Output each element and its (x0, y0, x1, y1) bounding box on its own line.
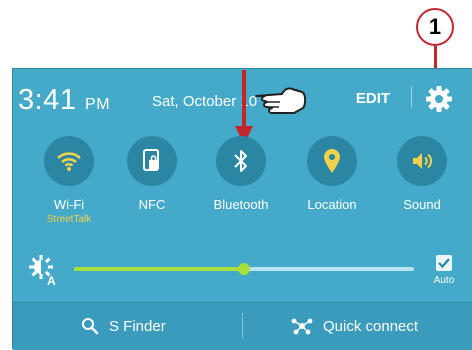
quick-connect-button[interactable]: Quick connect (291, 311, 461, 341)
tile-label: Bluetooth (213, 197, 269, 212)
tile-label: Sound (403, 197, 441, 212)
brightness-auto-icon: A (29, 255, 56, 287)
brightness-slider-thumb[interactable] (238, 263, 250, 275)
bluetooth-toggle[interactable] (216, 136, 266, 186)
location-toggle[interactable] (307, 136, 357, 186)
tile-location[interactable]: Location (291, 136, 373, 212)
nfc-toggle[interactable] (127, 136, 177, 186)
brightness-slider[interactable] (74, 263, 414, 275)
tile-bluetooth[interactable]: Bluetooth (200, 136, 282, 212)
nfc-icon (143, 149, 159, 171)
tile-label: Location (307, 197, 357, 212)
sound-toggle[interactable] (397, 136, 447, 186)
bluetooth-icon (234, 150, 247, 172)
s-finder-button[interactable]: S Finder (81, 311, 221, 341)
clock-ampm: PM (85, 96, 111, 113)
pointing-hand-icon (255, 87, 307, 114)
tile-label: Wi-Fi (53, 197, 85, 212)
callout-number-badge: 1 (416, 8, 454, 46)
settings-gear-icon[interactable] (424, 84, 454, 114)
tile-wifi[interactable]: Wi-Fi StreetTalk (28, 136, 110, 225)
tile-label: NFC (138, 197, 166, 212)
bottom-bar: S Finder Quick connect (13, 302, 472, 350)
tile-nfc[interactable]: NFC (111, 136, 193, 212)
clock: 3:41 PM (18, 84, 110, 117)
sound-icon (413, 153, 432, 169)
wifi-icon (57, 152, 81, 171)
bottom-divider (242, 313, 243, 339)
edit-button[interactable]: EDIT (345, 87, 401, 111)
tile-sound[interactable]: Sound (381, 136, 463, 212)
header-divider (411, 86, 412, 108)
search-icon (82, 318, 99, 335)
checkbox-box[interactable] (436, 255, 452, 271)
annotation-arrow-icon (235, 70, 253, 145)
auto-brightness-checkbox[interactable]: Auto (432, 251, 456, 291)
quick-connect-icon (291, 318, 313, 335)
auto-label: Auto (433, 275, 455, 286)
checkmark-icon (438, 258, 450, 269)
svg-text:A: A (47, 274, 56, 287)
quick-connect-label: Quick connect (323, 317, 419, 335)
location-icon (324, 149, 340, 173)
brightness-slider-fill (74, 267, 244, 271)
clock-time: 3:41 (18, 84, 77, 116)
wifi-toggle[interactable] (44, 136, 94, 186)
s-finder-label: S Finder (109, 317, 166, 335)
tile-sublabel: StreetTalk (46, 214, 92, 225)
